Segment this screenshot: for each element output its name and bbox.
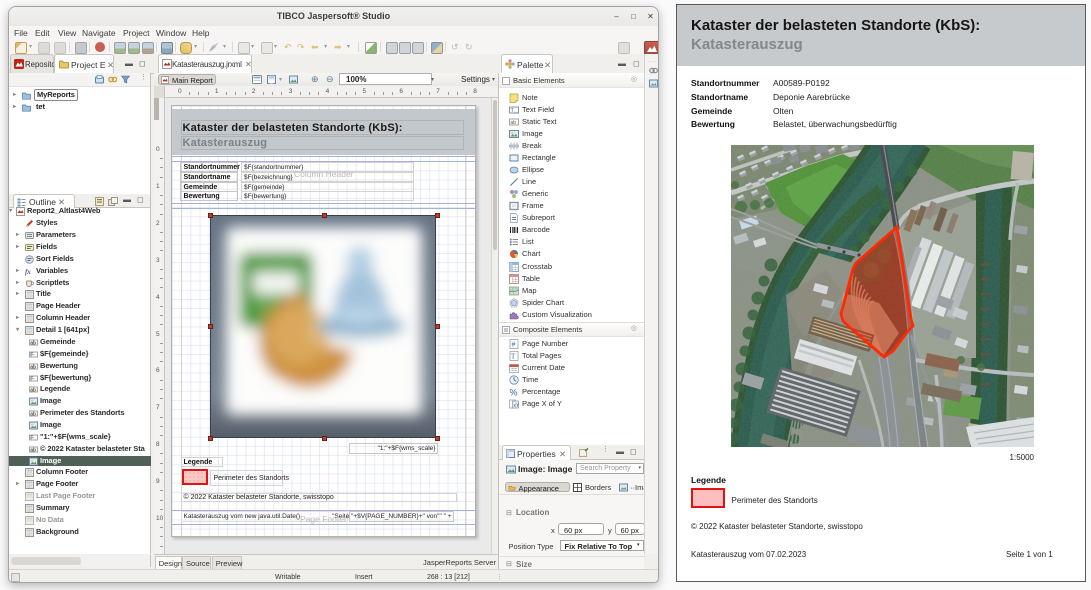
svg-text:fx: fx [25,268,31,276]
svg-text:F·: F· [30,352,35,358]
svg-text:ab: ab [30,340,36,346]
svg-text:%: % [510,387,518,397]
svg-text:ab: ab [30,447,36,453]
svg-text:#: # [512,341,516,348]
svg-text:ab: ab [511,120,517,126]
svg-text:F·: F· [30,376,35,382]
svg-text:T⁔: T⁔ [511,108,520,114]
svg-text:ab: ab [30,364,36,370]
svg-text:F·: F· [30,435,35,441]
svg-text:ab: ab [30,388,36,394]
svg-text:ab: ab [30,411,36,417]
svg-text:T: T [511,352,516,360]
svg-text:xY: xY [514,403,520,409]
